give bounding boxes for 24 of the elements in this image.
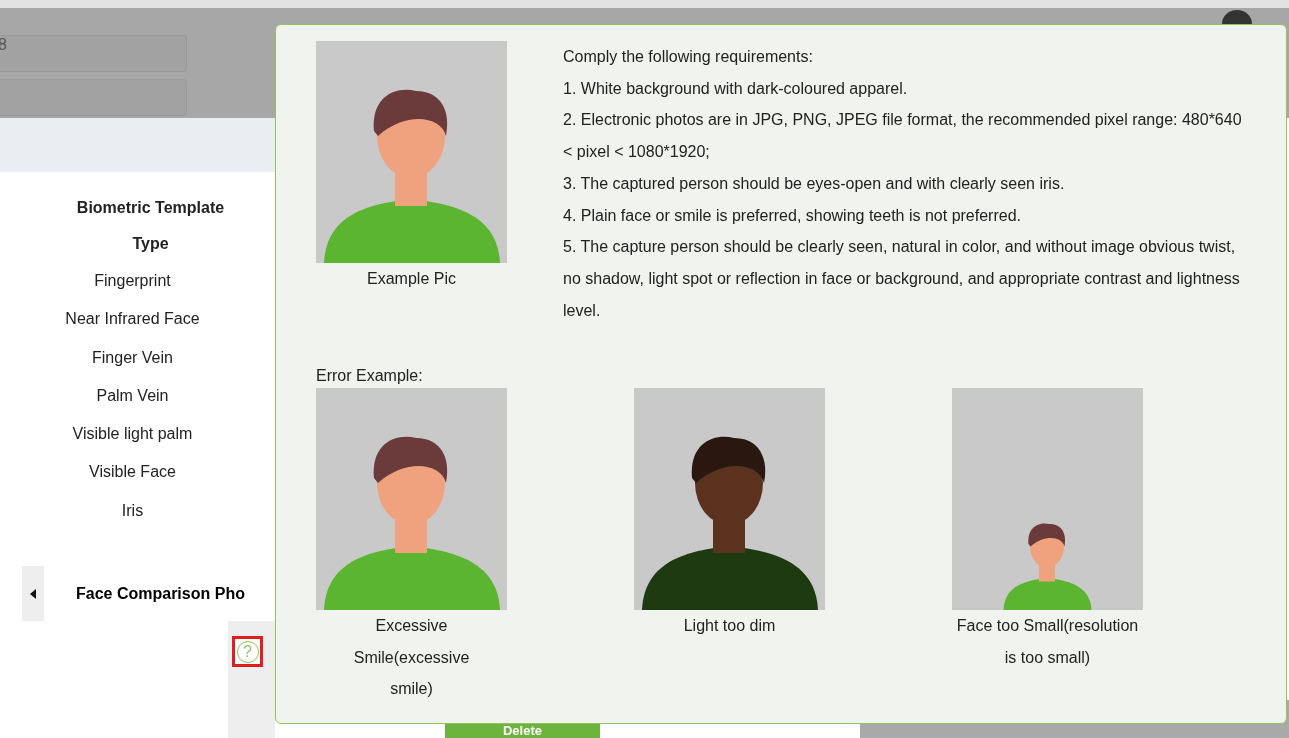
table-cell-text: Palm Vein bbox=[96, 385, 169, 406]
table-cell-text: Fingerprint bbox=[94, 271, 171, 291]
requirement-text: 4. Plain face or smile is preferred, showing teeth is not preferred. bbox=[563, 205, 1022, 226]
avatar-icon bbox=[1222, 10, 1252, 24]
picture-caption: Excessive Smile(excessive smile) bbox=[352, 616, 471, 700]
delete-button[interactable]: Delete bbox=[445, 724, 600, 738]
requirement-text: 2. Electronic photos are in JPG, PNG, JPEG file format, the recommended pixel range: 480*640 < pixel < 1080*1920; bbox=[563, 110, 1243, 163]
picture-caption: Face too Small(resolution is too small) bbox=[955, 616, 1140, 668]
table-cell-text: Finger Vein bbox=[92, 347, 173, 368]
requirement-text: 1. White background with dark-coloured apparel. bbox=[563, 78, 909, 99]
column-header: Biometric Template Type bbox=[75, 198, 226, 254]
table-cell-text: Visible light palm bbox=[72, 424, 193, 445]
requirement-text: 5. The capture person should be clearly seen, natural in color, and without image obvious twist, no shadow, light spot or reflection in face or background, and appropriate contrast and lightness level. bbox=[563, 237, 1241, 321]
section-label: Error Example: bbox=[316, 366, 424, 387]
caret-left-icon bbox=[30, 588, 36, 599]
table-cell-text: Near Infrared Face bbox=[65, 309, 200, 330]
tab[interactable]: Face Comparison Pho bbox=[44, 566, 275, 622]
requirement-text: Comply the following requirements: bbox=[563, 47, 814, 67]
picture-caption: Light too dim bbox=[682, 616, 777, 637]
table-cell-text: Visible Face bbox=[89, 462, 176, 483]
help-button[interactable]: ? bbox=[232, 636, 263, 668]
requirement-text: 3. The captured person should be eyes-open and with clearly seen iris. bbox=[563, 173, 1066, 194]
picture-caption: Example Pic bbox=[366, 269, 457, 289]
table-cell-text: Iris bbox=[121, 500, 144, 521]
